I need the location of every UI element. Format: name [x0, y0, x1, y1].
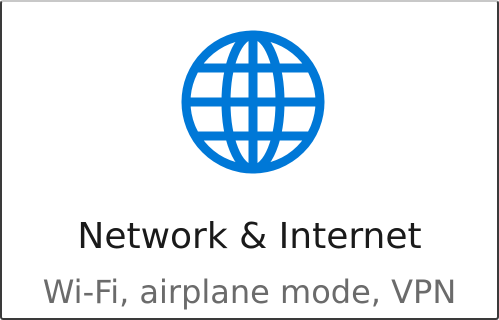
network-internet-tile[interactable]: Network & Internet Wi-Fi, airplane mode,… — [0, 0, 499, 320]
tile-description: Wi-Fi, airplane mode, VPN — [42, 273, 457, 311]
tile-title: Network & Internet — [77, 216, 422, 257]
globe-icon — [179, 28, 327, 176]
